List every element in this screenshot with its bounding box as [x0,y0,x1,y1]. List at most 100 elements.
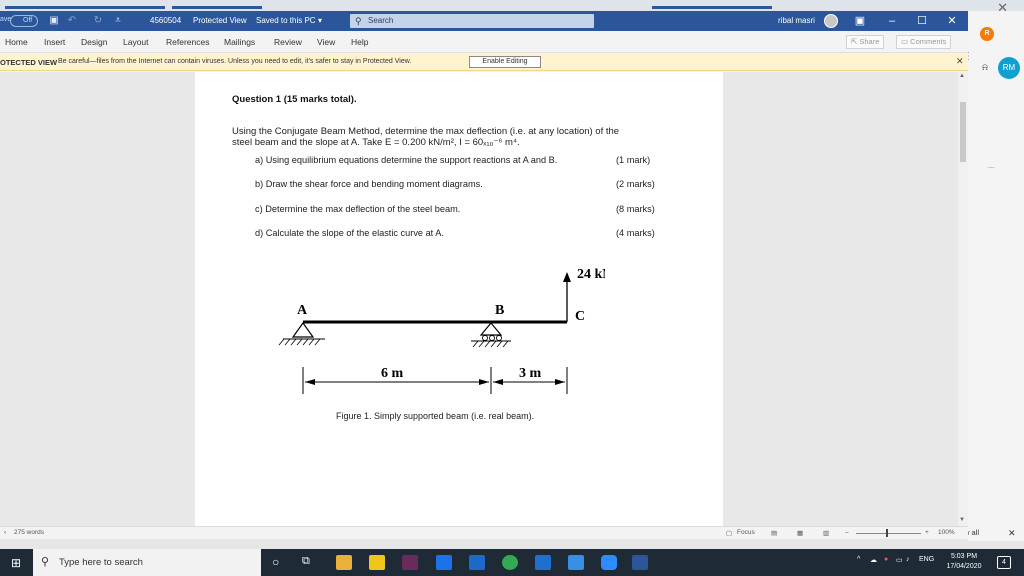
tab-insert[interactable]: Insert [44,37,65,47]
document-mode: Protected View [193,16,247,25]
beam-figure: 24 kN A B C [278,267,605,394]
chrome-icon[interactable] [502,555,518,570]
share-label: Share [859,37,880,46]
word-app-icon[interactable] [632,555,648,570]
search-placeholder: Search [368,16,394,25]
web-layout-icon[interactable]: ▥ [823,529,829,537]
scrollbar-thumb[interactable] [960,102,966,162]
tab-view[interactable]: View [317,37,335,47]
dim-bc-label: 3 m [519,366,542,381]
autosave-toggle[interactable]: ave Off [0,15,40,27]
question-item-d: d) Calculate the slope of the elastic cu… [255,228,444,238]
zoom-in-icon[interactable]: + [925,529,929,536]
comment-icon: ▭ [901,37,911,46]
question-marks-d: (4 marks) [616,228,655,238]
question-intro: Using the Conjugate Beam Method, determi… [232,126,702,148]
tab-design[interactable]: Design [81,37,107,47]
dim-arrow [305,379,315,385]
vertical-scrollbar[interactable]: ▲ ▼ [958,72,968,526]
roller-wheel [482,335,488,341]
store-icon[interactable] [369,555,385,570]
notification-icon[interactable]: 4 [997,556,1011,569]
photos-icon[interactable] [568,555,584,570]
comments-button[interactable]: ▭ Comments [896,35,952,49]
profile-avatar[interactable]: R [980,27,994,41]
zoom-slider[interactable] [856,533,921,534]
scroll-down-icon[interactable]: ▼ [959,517,965,523]
undo-icon[interactable]: ↶ [66,15,78,27]
user-name[interactable]: ribal masri [778,16,815,25]
dim-arrow [479,379,489,385]
tab-references[interactable]: References [166,37,209,47]
pin-support-a [291,321,315,338]
scroll-up-icon[interactable]: ▲ [959,73,965,79]
intro-line: steel beam and the slope at A. Take E = … [232,137,520,148]
clock-date: 17/04/2020 [946,563,982,570]
chevron-down-icon[interactable]: ▾ [318,16,322,25]
point-c-label: C [575,309,585,324]
mail-icon[interactable] [436,555,452,570]
document-canvas[interactable]: Question 1 (15 marks total). Using the C… [0,72,958,526]
zoom-level[interactable]: 100% [938,529,955,536]
tab-layout[interactable]: Layout [123,37,149,47]
question-item-a: a) Using equilibrium equations determine… [255,155,558,165]
point-a-label: A [297,303,308,318]
user-avatar[interactable] [824,14,838,28]
save-icon[interactable]: ▣ [48,15,60,27]
roller-support-b [479,322,503,336]
tab-review[interactable]: Review [274,37,302,47]
close-icon[interactable]: ✕ [1008,528,1016,539]
zoom-app-icon[interactable] [601,555,617,570]
search-box[interactable]: ⚲ Search [350,14,594,28]
tab-help[interactable]: Help [351,37,368,47]
tray-app-icon[interactable]: ● [884,556,888,563]
account-avatar[interactable]: RM [998,57,1020,79]
customize-toolbar-icon[interactable]: ⩡ [112,15,124,27]
tray-overflow-icon[interactable]: ^ [857,556,860,563]
read-mode-icon[interactable]: ▤ [771,529,777,537]
background-tab[interactable] [652,6,772,9]
save-state[interactable]: Saved to this PC [256,16,316,25]
task-view-icon[interactable]: ⧉ [302,555,310,568]
app-icon[interactable] [535,555,551,570]
taskbar: ⊞ ⚲ Type here to search ○ ⧉ ^ ☁ ● ▭ ♪ EN… [0,549,1024,576]
ellipsis-icon[interactable]: ... [988,161,994,170]
document-page[interactable]: Question 1 (15 marks total). Using the C… [195,72,723,526]
focus-label[interactable]: Focus [737,529,755,536]
share-button[interactable]: ⇱ Share [846,35,885,49]
zoom-out-icon[interactable]: – [845,529,849,536]
question-marks-c: (8 marks) [616,204,655,214]
protected-view-bar: OTECTED VIEW Be careful—files from the I… [0,53,968,71]
maximize-icon[interactable]: ☐ [914,13,930,29]
network-icon[interactable]: ▭ [896,556,903,564]
close-window-icon[interactable]: ✕ [944,13,960,29]
page-indicator[interactable]: ‹ [4,529,6,536]
redo-icon[interactable]: ↻ [92,15,104,27]
close-icon[interactable]: ✕ [956,56,964,67]
cortana-icon[interactable]: ○ [272,555,279,569]
background-tab[interactable] [172,6,262,9]
tab-home[interactable]: Home [5,37,28,47]
focus-icon[interactable]: ▢ [726,529,732,537]
minimize-icon[interactable]: – [884,13,900,29]
word-count[interactable]: 275 words [14,529,44,536]
app-icon[interactable] [402,555,418,570]
intro-line: Using the Conjugate Beam Method, determi… [232,126,620,137]
ribbon-display-icon[interactable]: ▣ [852,13,868,29]
language-indicator[interactable]: ENG [919,556,934,563]
clock[interactable]: 5:03 PM 17/04/2020 [940,552,988,572]
notification-bell-icon[interactable]: ⍾ [982,62,988,73]
windows-start-icon[interactable]: ⊞ [11,556,21,570]
background-tab[interactable] [5,6,165,9]
onedrive-icon[interactable]: ☁ [870,556,877,564]
roller-wheel [489,335,495,341]
app-icon[interactable] [469,555,485,570]
tab-mailings[interactable]: Mailings [224,37,255,47]
file-explorer-icon[interactable] [336,555,352,570]
zoom-slider-thumb[interactable] [886,529,888,537]
question-item-c: c) Determine the max deflection of the s… [255,204,461,214]
volume-icon[interactable]: ♪ [906,556,910,563]
print-layout-icon[interactable]: ▦ [797,529,803,537]
enable-editing-button[interactable]: Enable Editing [469,56,541,68]
taskbar-search-box[interactable]: ⚲ Type here to search [33,549,261,576]
